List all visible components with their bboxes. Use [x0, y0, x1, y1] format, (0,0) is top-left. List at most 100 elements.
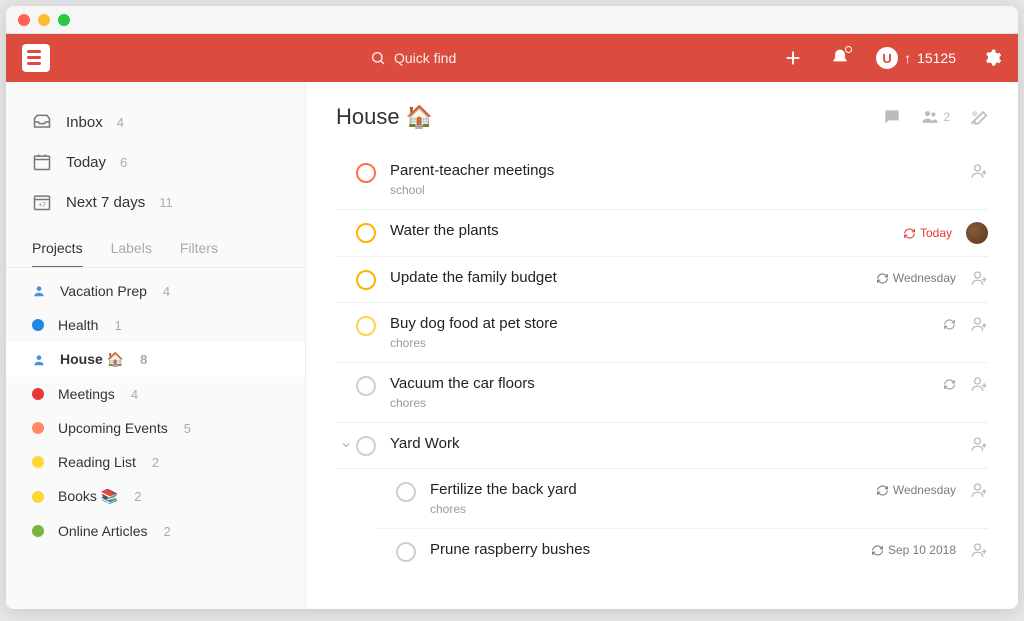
project-color-icon	[32, 319, 44, 331]
task-row[interactable]: Update the family budgetWednesday	[336, 257, 988, 303]
mac-titlebar	[6, 6, 1018, 34]
task-body: Parent-teacher meetings school	[390, 162, 970, 197]
expand-spacer	[336, 269, 356, 273]
task-title: Buy dog food at pet store	[390, 315, 943, 332]
expand-spacer	[336, 315, 356, 319]
task-title: Fertilize the back yard	[430, 481, 876, 498]
quick-find[interactable]: Quick find	[370, 50, 456, 66]
task-title: Parent-teacher meetings	[390, 162, 970, 179]
maximize-window-button[interactable]	[58, 14, 70, 26]
task-row[interactable]: Vacuum the car floorschores	[336, 363, 988, 423]
project-item[interactable]: Health 1	[6, 308, 305, 342]
close-window-button[interactable]	[18, 14, 30, 26]
assignee-avatar[interactable]	[966, 222, 988, 244]
task-meta	[970, 435, 988, 453]
minimize-window-button[interactable]	[38, 14, 50, 26]
project-color-icon	[32, 388, 44, 400]
task-checkbox[interactable]	[396, 542, 416, 562]
topbar-actions: U ↑ 15125	[782, 47, 1002, 69]
project-item[interactable]: Vacation Prep4	[6, 274, 305, 308]
task-row[interactable]: Parent-teacher meetings school	[336, 150, 988, 210]
task-checkbox[interactable]	[356, 376, 376, 396]
app-logo[interactable]	[22, 44, 50, 72]
assign-button[interactable]	[970, 315, 988, 333]
task-label: chores	[390, 396, 943, 410]
expand-spacer	[376, 541, 396, 545]
task-body: Vacuum the car floorschores	[390, 375, 943, 410]
task-meta: Today	[903, 222, 988, 244]
task-body: Buy dog food at pet storechores	[390, 315, 943, 350]
task-checkbox[interactable]	[356, 223, 376, 243]
search-icon	[370, 50, 386, 66]
topbar: Quick find U ↑ 15125	[6, 34, 1018, 82]
task-label: school	[390, 183, 970, 197]
task-title: Prune raspberry bushes	[430, 541, 871, 558]
tab-labels[interactable]: Labels	[111, 240, 152, 267]
karma-counter[interactable]: U ↑ 15125	[876, 47, 956, 69]
karma-arrow-icon: ↑	[904, 50, 911, 66]
project-count: 4	[163, 284, 170, 299]
settings-button[interactable]	[982, 48, 1002, 68]
project-header: House 🏠 2	[336, 104, 988, 130]
subtask-row[interactable]: Fertilize the back yardchoresWednesday	[376, 469, 988, 529]
assign-button[interactable]	[970, 435, 988, 453]
assign-button[interactable]	[970, 269, 988, 287]
project-item[interactable]: Books 📚2	[6, 479, 305, 514]
task-due-date: Wednesday	[876, 271, 956, 285]
subtask-row[interactable]: Prune raspberry bushesSep 10 2018	[376, 529, 988, 574]
share-button[interactable]: 2	[920, 107, 950, 127]
notifications-button[interactable]	[830, 48, 850, 68]
task-checkbox[interactable]	[356, 436, 376, 456]
task-meta	[943, 315, 988, 333]
content-body: Inbox 4 Today 6 +7 Next 7 days 11 Projec…	[6, 82, 1018, 609]
task-row[interactable]: Water the plantsToday	[336, 210, 988, 257]
project-item[interactable]: Upcoming Events5	[6, 411, 305, 445]
nav-count: 6	[120, 155, 127, 170]
project-title: House 🏠	[336, 104, 433, 130]
expand-spacer	[336, 375, 356, 379]
project-count: 2	[163, 524, 170, 539]
project-name: Health	[58, 317, 98, 333]
project-name: Reading List	[58, 454, 136, 470]
task-label: chores	[430, 502, 876, 516]
project-count: 4	[131, 387, 138, 402]
project-name: Meetings	[58, 386, 115, 402]
svg-text:+7: +7	[38, 202, 46, 209]
nav-today[interactable]: Today 6	[6, 142, 305, 182]
task-checkbox[interactable]	[396, 482, 416, 502]
task-checkbox[interactable]	[356, 316, 376, 336]
task-checkbox[interactable]	[356, 270, 376, 290]
project-color-icon	[32, 525, 44, 537]
quick-add-button[interactable]	[782, 47, 804, 69]
task-meta: Sep 10 2018	[871, 541, 988, 559]
project-name: House 🏠	[60, 351, 124, 368]
task-meta	[970, 162, 988, 180]
project-item[interactable]: House 🏠8	[6, 342, 305, 377]
task-row[interactable]: Buy dog food at pet storechores	[336, 303, 988, 363]
nav-next-7-days[interactable]: +7 Next 7 days 11	[6, 182, 305, 222]
assign-button[interactable]	[970, 162, 988, 180]
project-item[interactable]: Meetings 4	[6, 377, 305, 411]
project-item[interactable]: Online Articles2	[6, 514, 305, 548]
shared-project-icon	[32, 284, 46, 298]
project-count: 1	[114, 318, 121, 333]
comments-button[interactable]	[882, 107, 902, 127]
tab-filters[interactable]: Filters	[180, 240, 218, 267]
tab-projects[interactable]: Projects	[32, 240, 83, 267]
project-item[interactable]: Reading List2	[6, 445, 305, 479]
task-row[interactable]: Yard Work	[336, 423, 988, 469]
share-count: 2	[943, 110, 950, 124]
task-due-date: Sep 10 2018	[871, 543, 956, 557]
task-meta	[943, 375, 988, 393]
project-options-button[interactable]	[968, 107, 988, 127]
assign-button[interactable]	[970, 375, 988, 393]
assign-button[interactable]	[970, 481, 988, 499]
nav-inbox[interactable]: Inbox 4	[6, 102, 305, 142]
project-color-icon	[32, 456, 44, 468]
task-checkbox[interactable]	[356, 163, 376, 183]
assign-button[interactable]	[970, 541, 988, 559]
app-window: Quick find U ↑ 15125	[6, 6, 1018, 609]
main-panel: House 🏠 2 Parent-teacher meetings school W…	[306, 82, 1018, 609]
project-name: Books 📚	[58, 488, 118, 505]
expand-toggle[interactable]	[336, 435, 356, 451]
